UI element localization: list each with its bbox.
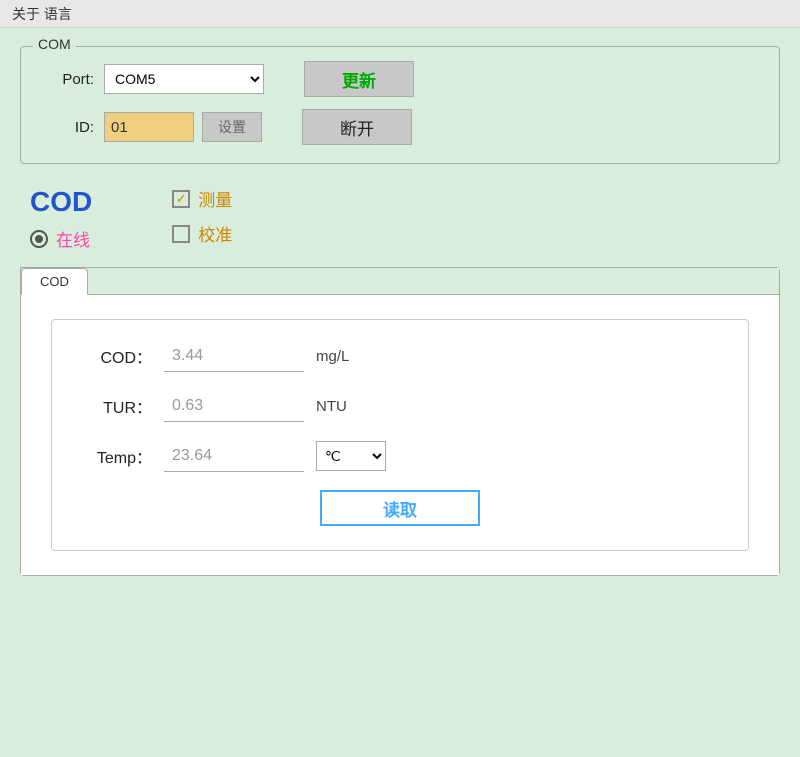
cod-unit: mg/L: [316, 348, 349, 365]
cod-value-input[interactable]: [164, 340, 304, 372]
tur-value-input[interactable]: [164, 390, 304, 422]
tab-header: COD: [21, 268, 779, 295]
temp-unit-select[interactable]: ℃ ℉: [316, 441, 386, 471]
measurement-panel: COD： mg/L TUR： NTU Temp： ℃ ℉: [51, 319, 749, 551]
calibrate-label[interactable]: 校准: [198, 221, 232, 246]
disconnect-button[interactable]: 断开: [302, 109, 412, 145]
online-label[interactable]: 在线: [56, 226, 90, 251]
id-row: ID: 设置 断开: [39, 109, 761, 145]
id-input[interactable]: [104, 112, 194, 142]
temp-value-input[interactable]: [164, 440, 304, 472]
id-label: ID:: [39, 119, 94, 136]
online-radio-row: 在线: [30, 226, 90, 251]
measure-label[interactable]: 测量: [198, 186, 232, 211]
read-button[interactable]: 读取: [320, 490, 480, 526]
tab-container: COD COD： mg/L TUR： NTU Temp：: [20, 267, 780, 576]
tur-measure-row: TUR： NTU: [82, 390, 718, 422]
port-row: Port: COM5 COM1 COM2 COM3 COM4 COM6 更新: [39, 61, 761, 97]
com-group-legend: COM: [33, 36, 76, 52]
update-button[interactable]: 更新: [304, 61, 414, 97]
main-content: COM Port: COM5 COM1 COM2 COM3 COM4 COM6 …: [0, 28, 800, 576]
tab-content: COD： mg/L TUR： NTU Temp： ℃ ℉: [21, 295, 779, 575]
cod-section: COD 在线 ✓ 测量 校准: [20, 186, 780, 251]
calibrate-checkbox-row: 校准: [172, 221, 232, 246]
online-radio[interactable]: [30, 230, 48, 248]
temp-measure-label: Temp：: [82, 444, 152, 468]
calibrate-checkbox[interactable]: [172, 225, 190, 243]
set-button[interactable]: 设置: [202, 112, 262, 142]
measure-checkbox[interactable]: ✓: [172, 190, 190, 208]
port-label: Port:: [39, 71, 94, 88]
temp-measure-row: Temp： ℃ ℉: [82, 440, 718, 472]
top-bar-text: 关于 语言: [12, 4, 72, 24]
cod-right: ✓ 测量 校准: [172, 186, 232, 246]
top-bar: 关于 语言: [0, 0, 800, 28]
cod-left: COD 在线: [30, 186, 92, 251]
tur-unit: NTU: [316, 398, 347, 415]
tab-cod[interactable]: COD: [21, 268, 88, 295]
cod-title: COD: [30, 186, 92, 218]
cod-measure-row: COD： mg/L: [82, 340, 718, 372]
tur-measure-label: TUR：: [82, 394, 152, 418]
com-group: COM Port: COM5 COM1 COM2 COM3 COM4 COM6 …: [20, 46, 780, 164]
port-select[interactable]: COM5 COM1 COM2 COM3 COM4 COM6: [104, 64, 264, 94]
measure-checkbox-row: ✓ 测量: [172, 186, 232, 211]
cod-measure-label: COD：: [82, 344, 152, 368]
radio-inner: [35, 235, 43, 243]
